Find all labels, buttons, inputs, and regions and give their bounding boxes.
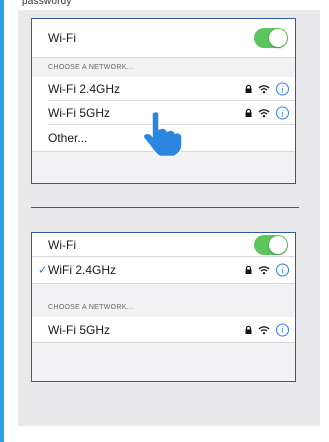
network-row-wifi-24[interactable]: Wi-Fi 2.4GHz i — [32, 77, 295, 101]
other-label: Other... — [48, 131, 88, 145]
choose-network-header: CHOOSE A NETWORK... — [32, 57, 295, 77]
wifi-label: Wi-Fi — [48, 31, 76, 45]
caption-text: passwordy — [22, 0, 72, 7]
wifi-toggle-row[interactable]: Wi-Fi — [32, 233, 295, 257]
section-label: CHOOSE A NETWORK... — [48, 303, 134, 311]
panel-footer — [32, 343, 295, 381]
wifi-icon — [258, 109, 270, 118]
network-name: Wi-Fi 5GHz — [48, 322, 110, 337]
connected-network-row[interactable]: ✓ WiFi 2.4GHz i — [32, 257, 295, 283]
wifi-toggle[interactable] — [254, 28, 288, 48]
left-accent-bar — [0, 0, 4, 442]
hand-pointer-icon — [142, 110, 182, 156]
network-name: Wi-Fi 2.4GHz — [48, 82, 120, 96]
toggle-knob — [269, 29, 287, 47]
network-name: WiFi 2.4GHz — [48, 263, 117, 277]
wifi-icon — [258, 325, 270, 334]
lock-icon — [245, 265, 252, 274]
toggle-knob — [269, 235, 287, 254]
lock-icon — [245, 108, 252, 117]
info-icon[interactable]: i — [276, 323, 289, 336]
spacer-row — [32, 283, 295, 297]
frame-caption: passwordy — [18, 0, 320, 10]
network-name: Wi-Fi 5GHz — [48, 106, 110, 120]
info-icon[interactable]: i — [276, 106, 289, 120]
wifi-toggle[interactable] — [254, 234, 288, 255]
section-divider — [31, 207, 299, 208]
lock-icon — [245, 325, 252, 334]
wifi-icon — [258, 266, 270, 275]
lock-icon — [245, 84, 252, 93]
network-row-wifi-5[interactable]: Wi-Fi 5GHz i — [32, 317, 295, 343]
choose-network-header: CHOOSE A NETWORK... — [32, 297, 295, 317]
wifi-settings-panel-before: Wi-Fi CHOOSE A NETWORK... Wi-Fi 2.4GHz i… — [31, 18, 296, 184]
wifi-icon — [258, 85, 270, 94]
checkmark-icon: ✓ — [38, 264, 48, 277]
info-icon[interactable]: i — [276, 82, 289, 96]
wifi-settings-panel-after: Wi-Fi ✓ WiFi 2.4GHz i CHOOSE A NETWORK..… — [31, 232, 296, 382]
wifi-toggle-row[interactable]: Wi-Fi — [32, 19, 295, 57]
info-icon[interactable]: i — [276, 263, 289, 277]
section-label: CHOOSE A NETWORK... — [48, 64, 134, 71]
wifi-label: Wi-Fi — [48, 237, 76, 252]
